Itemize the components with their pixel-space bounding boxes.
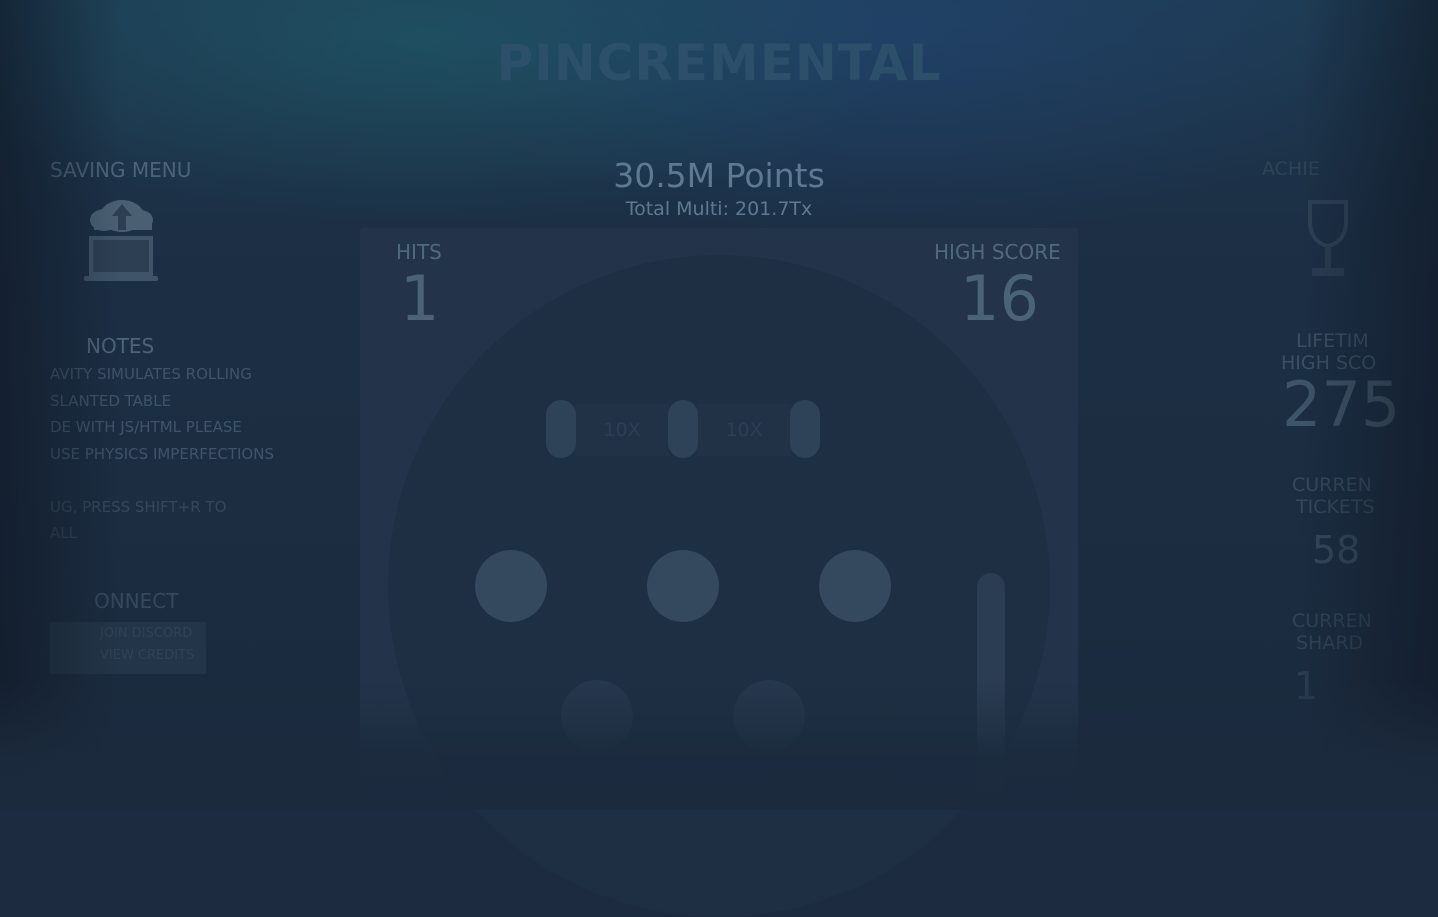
high-score-label: HIGH SCORE [934,240,1061,264]
cloud-upload-laptop-icon [84,200,158,281]
saving-menu-label[interactable]: SAVING MENU [50,158,191,182]
lane-post [668,400,698,458]
lane-post [790,400,820,458]
achievements-label[interactable]: ACHIE [1262,158,1320,180]
lifetime-high-score-value: 275 [1282,368,1401,441]
bumper [819,550,891,622]
bumper [475,550,547,622]
lane-multiplier: 10X [697,404,791,456]
shards-label: CURREN [1292,610,1372,632]
notes-heading: NOTES [86,334,155,358]
shards-label: SHARD [1296,632,1364,654]
notes-line: UG, PRESS SHIFT+R TO [50,498,227,516]
hits-value: 1 [400,262,440,335]
notes-line: USE PHYSICS IMPERFECTIONS [50,445,274,463]
notes-line: DE WITH JS/HTML PLEASE [50,418,242,436]
total-multiplier: Total Multi: 201.7Tx [625,198,813,220]
lifetime-label: LIFETIM [1296,330,1369,352]
tickets-value: 58 [1312,528,1361,572]
hits-label: HITS [396,240,442,264]
tickets-label: TICKETS [1296,496,1375,518]
trophy-icon [1308,200,1348,276]
notes-line: AVITY SIMULATES ROLLING [50,365,252,383]
saving-menu-button[interactable] [82,186,162,284]
connect-heading: ONNECT [94,589,179,613]
high-score-value: 16 [960,262,1039,335]
points-display: 30.5M Points [613,156,825,195]
notes-line: SLANTED TABLE [50,392,172,410]
bottom-fade-overlay [0,680,1438,810]
tickets-label: CURREN [1292,474,1372,496]
lane-multiplier: 10X [575,404,669,456]
lane-post [546,400,576,458]
bumper [647,550,719,622]
game-title: PINCREMENTAL [496,34,942,92]
discord-link[interactable]: JOIN DISCORD [100,626,192,641]
credits-link[interactable]: VIEW CREDITS [100,648,194,663]
achievements-button[interactable] [1298,196,1358,286]
notes-line: ALL [50,524,77,542]
